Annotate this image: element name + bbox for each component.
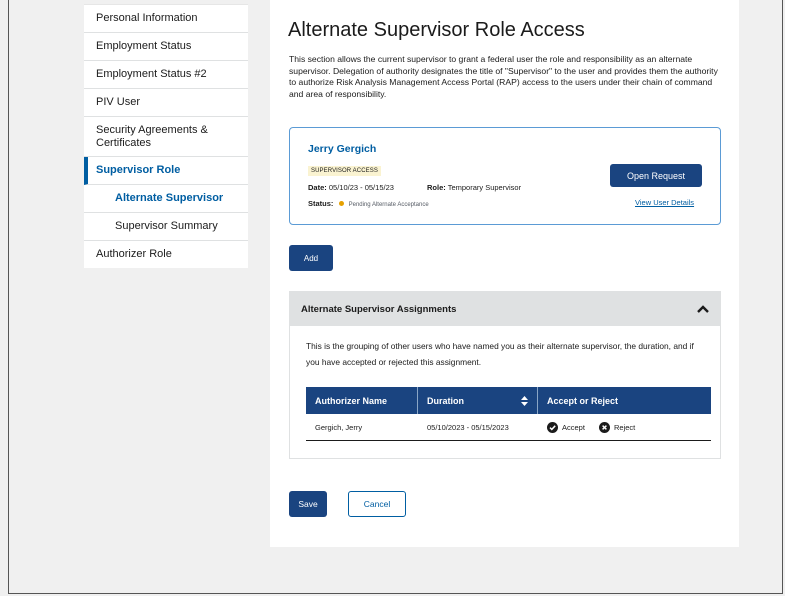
sort-icon[interactable]	[521, 395, 528, 406]
column-header-label: Duration	[427, 395, 464, 406]
role-value: Temporary Supervisor	[447, 183, 522, 192]
authorizer-name-cell: Gergich, Jerry	[315, 422, 363, 432]
date-value: 05/10/23 - 05/15/23	[328, 183, 394, 192]
request-card: Jerry Gergich SUPERVISOR ACCESS Date: 05…	[289, 127, 721, 225]
main-content: Alternate Supervisor Role Access This se…	[270, 0, 739, 547]
sidebar-item-authorizer-role[interactable]: Authorizer Role	[84, 241, 248, 268]
status-field: Status: Pending Alternate Acceptance	[308, 199, 429, 208]
check-circle-icon	[547, 421, 558, 433]
side-navigation: Personal Information Employment Status E…	[84, 4, 248, 268]
chevron-up-icon[interactable]	[696, 302, 710, 316]
accept-label: Accept	[562, 422, 585, 432]
supervisor-access-tag: SUPERVISOR ACCESS	[308, 166, 381, 176]
status-dot-icon	[338, 201, 344, 206]
actions-cell: Accept Reject	[538, 414, 711, 440]
sidebar-item-security-agreements[interactable]: Security Agreements & Certificates	[84, 117, 248, 157]
sidebar-item-supervisor-summary[interactable]: Supervisor Summary	[84, 213, 248, 241]
add-button[interactable]: Add	[289, 245, 333, 271]
date-field: Date: 05/10/23 - 05/15/23	[308, 183, 394, 192]
accept-button[interactable]: Accept	[547, 421, 585, 433]
table-header-row: Authorizer Name Duration Accept or Rejec…	[306, 387, 711, 414]
accordion-title: Alternate Supervisor Assignments	[301, 303, 457, 315]
reject-label: Reject	[613, 422, 636, 432]
open-request-button[interactable]: Open Request	[610, 164, 702, 187]
status-label: Status:	[308, 199, 334, 208]
sidebar-item-piv-user[interactable]: PIV User	[84, 89, 248, 117]
sidebar-item-personal-information[interactable]: Personal Information	[84, 5, 248, 33]
x-circle-icon	[598, 421, 610, 433]
table-row: Gergich, Jerry 05/10/2023 - 05/15/2023 A…	[306, 414, 711, 441]
accordion-description: This is the grouping of other users who …	[306, 341, 694, 367]
column-header-accept-reject: Accept or Reject	[538, 387, 711, 414]
duration-cell: 05/10/2023 - 05/15/2023	[427, 422, 509, 432]
cancel-button[interactable]: Cancel	[348, 491, 406, 517]
accordion-header[interactable]: Alternate Supervisor Assignments	[290, 292, 720, 326]
column-header-label: Accept or Reject	[547, 395, 619, 406]
reject-button[interactable]: Reject	[598, 421, 636, 433]
role-label: Role:	[427, 183, 446, 192]
view-user-details-link[interactable]: View User Details	[635, 198, 694, 207]
alternate-supervisor-accordion: Alternate Supervisor Assignments This is…	[289, 291, 721, 459]
role-field: Role: Temporary Supervisor	[427, 183, 521, 192]
sidebar-item-alternate-supervisor[interactable]: Alternate Supervisor	[84, 185, 248, 213]
assignments-table: Authorizer Name Duration Accept or Rejec…	[306, 387, 711, 441]
status-value: Pending Alternate Acceptance	[348, 202, 429, 208]
user-name-link[interactable]: Jerry Gergich	[308, 143, 376, 155]
save-button[interactable]: Save	[289, 491, 327, 517]
intro-text: This section allows the current supervis…	[289, 54, 718, 99]
column-header-duration[interactable]: Duration	[418, 387, 538, 414]
column-header-label: Authorizer Name	[315, 395, 388, 406]
sidebar-item-employment-status[interactable]: Employment Status	[84, 33, 248, 61]
sidebar-item-employment-status-2[interactable]: Employment Status #2	[84, 61, 248, 89]
column-header-authorizer-name: Authorizer Name	[306, 387, 418, 414]
sidebar-item-supervisor-role[interactable]: Supervisor Role	[84, 157, 248, 185]
page-title: Alternate Supervisor Role Access	[288, 19, 585, 41]
date-label: Date:	[308, 183, 327, 192]
